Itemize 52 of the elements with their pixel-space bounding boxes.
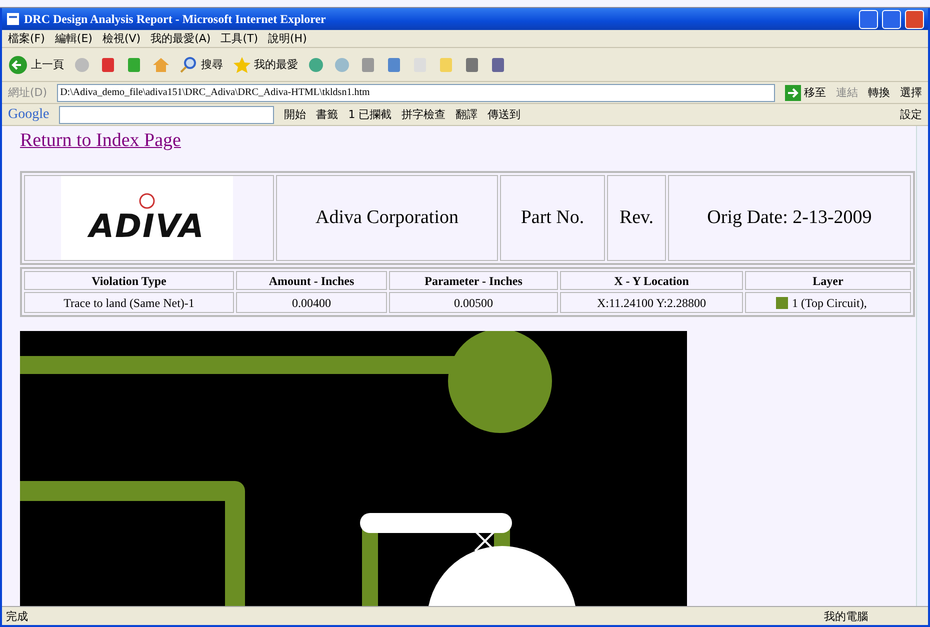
company-name: Adiva Corporation <box>276 175 498 261</box>
column-header: Violation Type <box>24 271 234 290</box>
favorites-button[interactable]: 我的最愛 <box>233 56 298 74</box>
page-icon <box>6 12 20 26</box>
return-link[interactable]: Return to Index Page <box>20 130 181 152</box>
home-icon[interactable] <box>152 56 170 72</box>
address-field[interactable]: D:\Adiva_demo_file\adiva151\DRC_Adiva\DRC_Adiva-HTML\tkldsn1.htm <box>57 84 775 102</box>
google-logo: Google <box>8 106 50 122</box>
search-icon <box>180 56 198 74</box>
part-number-label: Part No. <box>500 175 605 261</box>
table-cell-text: 1 (Top Circuit), <box>792 294 867 312</box>
go-button[interactable]: 移至 <box>785 84 826 100</box>
table-cell: 0.00500 <box>389 292 558 313</box>
column-header: Amount - Inches <box>236 271 387 290</box>
logo-mark-icon <box>139 193 155 209</box>
translate-button[interactable]: 翻譯 <box>456 107 478 122</box>
back-button[interactable]: 上一頁 <box>8 54 64 74</box>
minimize-button[interactable] <box>859 10 878 28</box>
settings-button[interactable]: 設定 <box>900 107 922 122</box>
blocked-button[interactable]: 1 已攔截 <box>348 107 392 122</box>
column-header: Parameter - Inches <box>389 271 558 290</box>
menu-item[interactable]: 檢視(V) <box>102 31 141 46</box>
status-text: 完成 <box>6 608 29 624</box>
maximize-button[interactable] <box>882 10 901 28</box>
table-cell: X:11.24100 Y:2.28800 <box>560 292 743 313</box>
revision-label: Rev. <box>607 175 666 261</box>
star-icon <box>233 56 251 74</box>
menu-item[interactable]: 我的最愛(A) <box>150 31 211 46</box>
menu-item[interactable]: 編輯(E) <box>54 31 92 46</box>
start-button[interactable]: 開始 <box>284 107 306 122</box>
column-header: Layer <box>745 271 911 290</box>
table-cell: Trace to land (Same Net)-1 <box>24 292 234 313</box>
scrollbar[interactable] <box>916 126 928 606</box>
spellcheck-button[interactable]: 拼字檢查 <box>402 107 446 122</box>
window-title: DRC Design Analysis Report - Microsoft Internet Explorer <box>24 12 327 26</box>
zone-label: 我的電腦 <box>824 608 869 624</box>
logo-text: ADIVA <box>89 209 205 243</box>
menu-item[interactable]: 檔案(F) <box>8 31 45 46</box>
send-button[interactable]: 傳送到 <box>488 107 521 122</box>
go-arrow-icon <box>785 84 801 100</box>
close-button[interactable] <box>905 10 924 28</box>
menu-item[interactable]: 說明(H) <box>268 31 307 46</box>
google-search-field[interactable] <box>59 106 274 124</box>
bookmarks-button[interactable]: 書籤 <box>316 107 338 122</box>
convert-button[interactable]: 轉換 <box>868 85 890 100</box>
search-button[interactable]: 搜尋 <box>180 56 223 74</box>
menu-item[interactable]: 工具(T) <box>220 31 258 46</box>
address-label: 網址(D) <box>8 85 48 100</box>
column-header: X - Y Location <box>560 271 743 290</box>
original-date: Orig Date: 2-13-2009 <box>668 175 911 261</box>
table-cell: 0.00400 <box>236 292 387 313</box>
select-button[interactable]: 選擇 <box>900 85 922 100</box>
